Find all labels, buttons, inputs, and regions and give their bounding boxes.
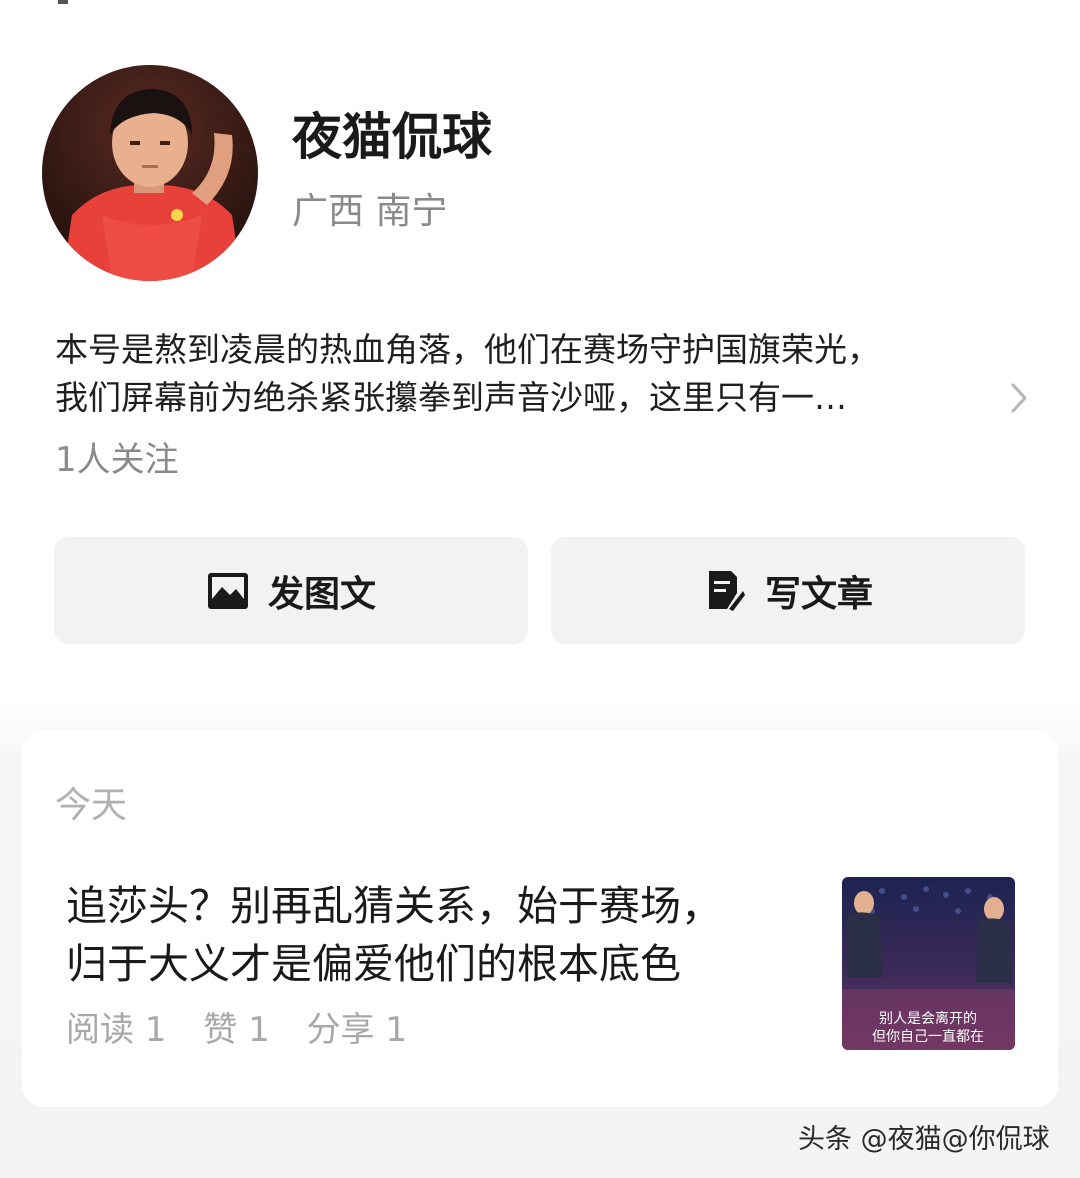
bio-line: 我们屏幕前为绝杀紧张攥拳到声音沙哑，这里只有一… [55, 378, 847, 417]
avatar-image [42, 65, 258, 281]
note-edit-icon [703, 569, 747, 613]
share-count: 分享 1 [306, 1010, 407, 1050]
profile-page: 夜猫侃球 广西 南宁 本号是熬到凌晨的热血角落，他们在赛场守护国旗荣光， 我们屏… [0, 0, 1080, 1178]
article-title-line: 追莎头？别再乱猜关系，始于赛场， [66, 882, 722, 930]
article-thumbnail[interactable]: 别人是会离开的 但你自己一直都在 [842, 877, 1015, 1050]
profile-bio[interactable]: 本号是熬到凌晨的热血角落，他们在赛场守护国旗荣光， 我们屏幕前为绝杀紧张攥拳到声… [55, 326, 995, 422]
status-bar-fragment [58, 0, 68, 4]
bio-line: 本号是熬到凌晨的热血角落，他们在赛场守护国旗荣光， [55, 330, 880, 369]
post-image-button[interactable]: 发图文 [54, 537, 528, 644]
read-count: 阅读 1 [66, 1010, 167, 1050]
article-title[interactable]: 追莎头？别再乱猜关系，始于赛场， 归于大义才是偏爱他们的根本底色 [66, 877, 806, 993]
thumbnail-caption: 但你自己一直都在 [872, 1028, 984, 1045]
feed-card: 今天 追莎头？别再乱猜关系，始于赛场， 归于大义才是偏爱他们的根本底色 阅读 1… [22, 730, 1058, 1107]
write-article-label: 写文章 [764, 573, 873, 615]
chevron-right-icon[interactable] [1005, 381, 1033, 415]
avatar[interactable] [42, 65, 258, 281]
follower-count[interactable]: 1人关注 [55, 436, 179, 484]
date-section-label: 今天 [55, 785, 128, 826]
like-count: 赞 1 [203, 1010, 270, 1050]
profile-name: 夜猫侃球 [292, 108, 492, 166]
image-icon [206, 569, 250, 613]
post-image-label: 发图文 [267, 573, 376, 615]
write-article-button[interactable]: 写文章 [551, 537, 1025, 644]
thumbnail-caption: 别人是会离开的 [879, 1010, 977, 1027]
watermark: 头条 @夜猫@你侃球 [798, 1124, 1050, 1155]
profile-location: 广西 南宁 [292, 191, 448, 232]
article-title-line: 归于大义才是偏爱他们的根本底色 [66, 940, 681, 988]
article-stats: 阅读 1 赞 1 分享 1 [66, 1006, 433, 1054]
